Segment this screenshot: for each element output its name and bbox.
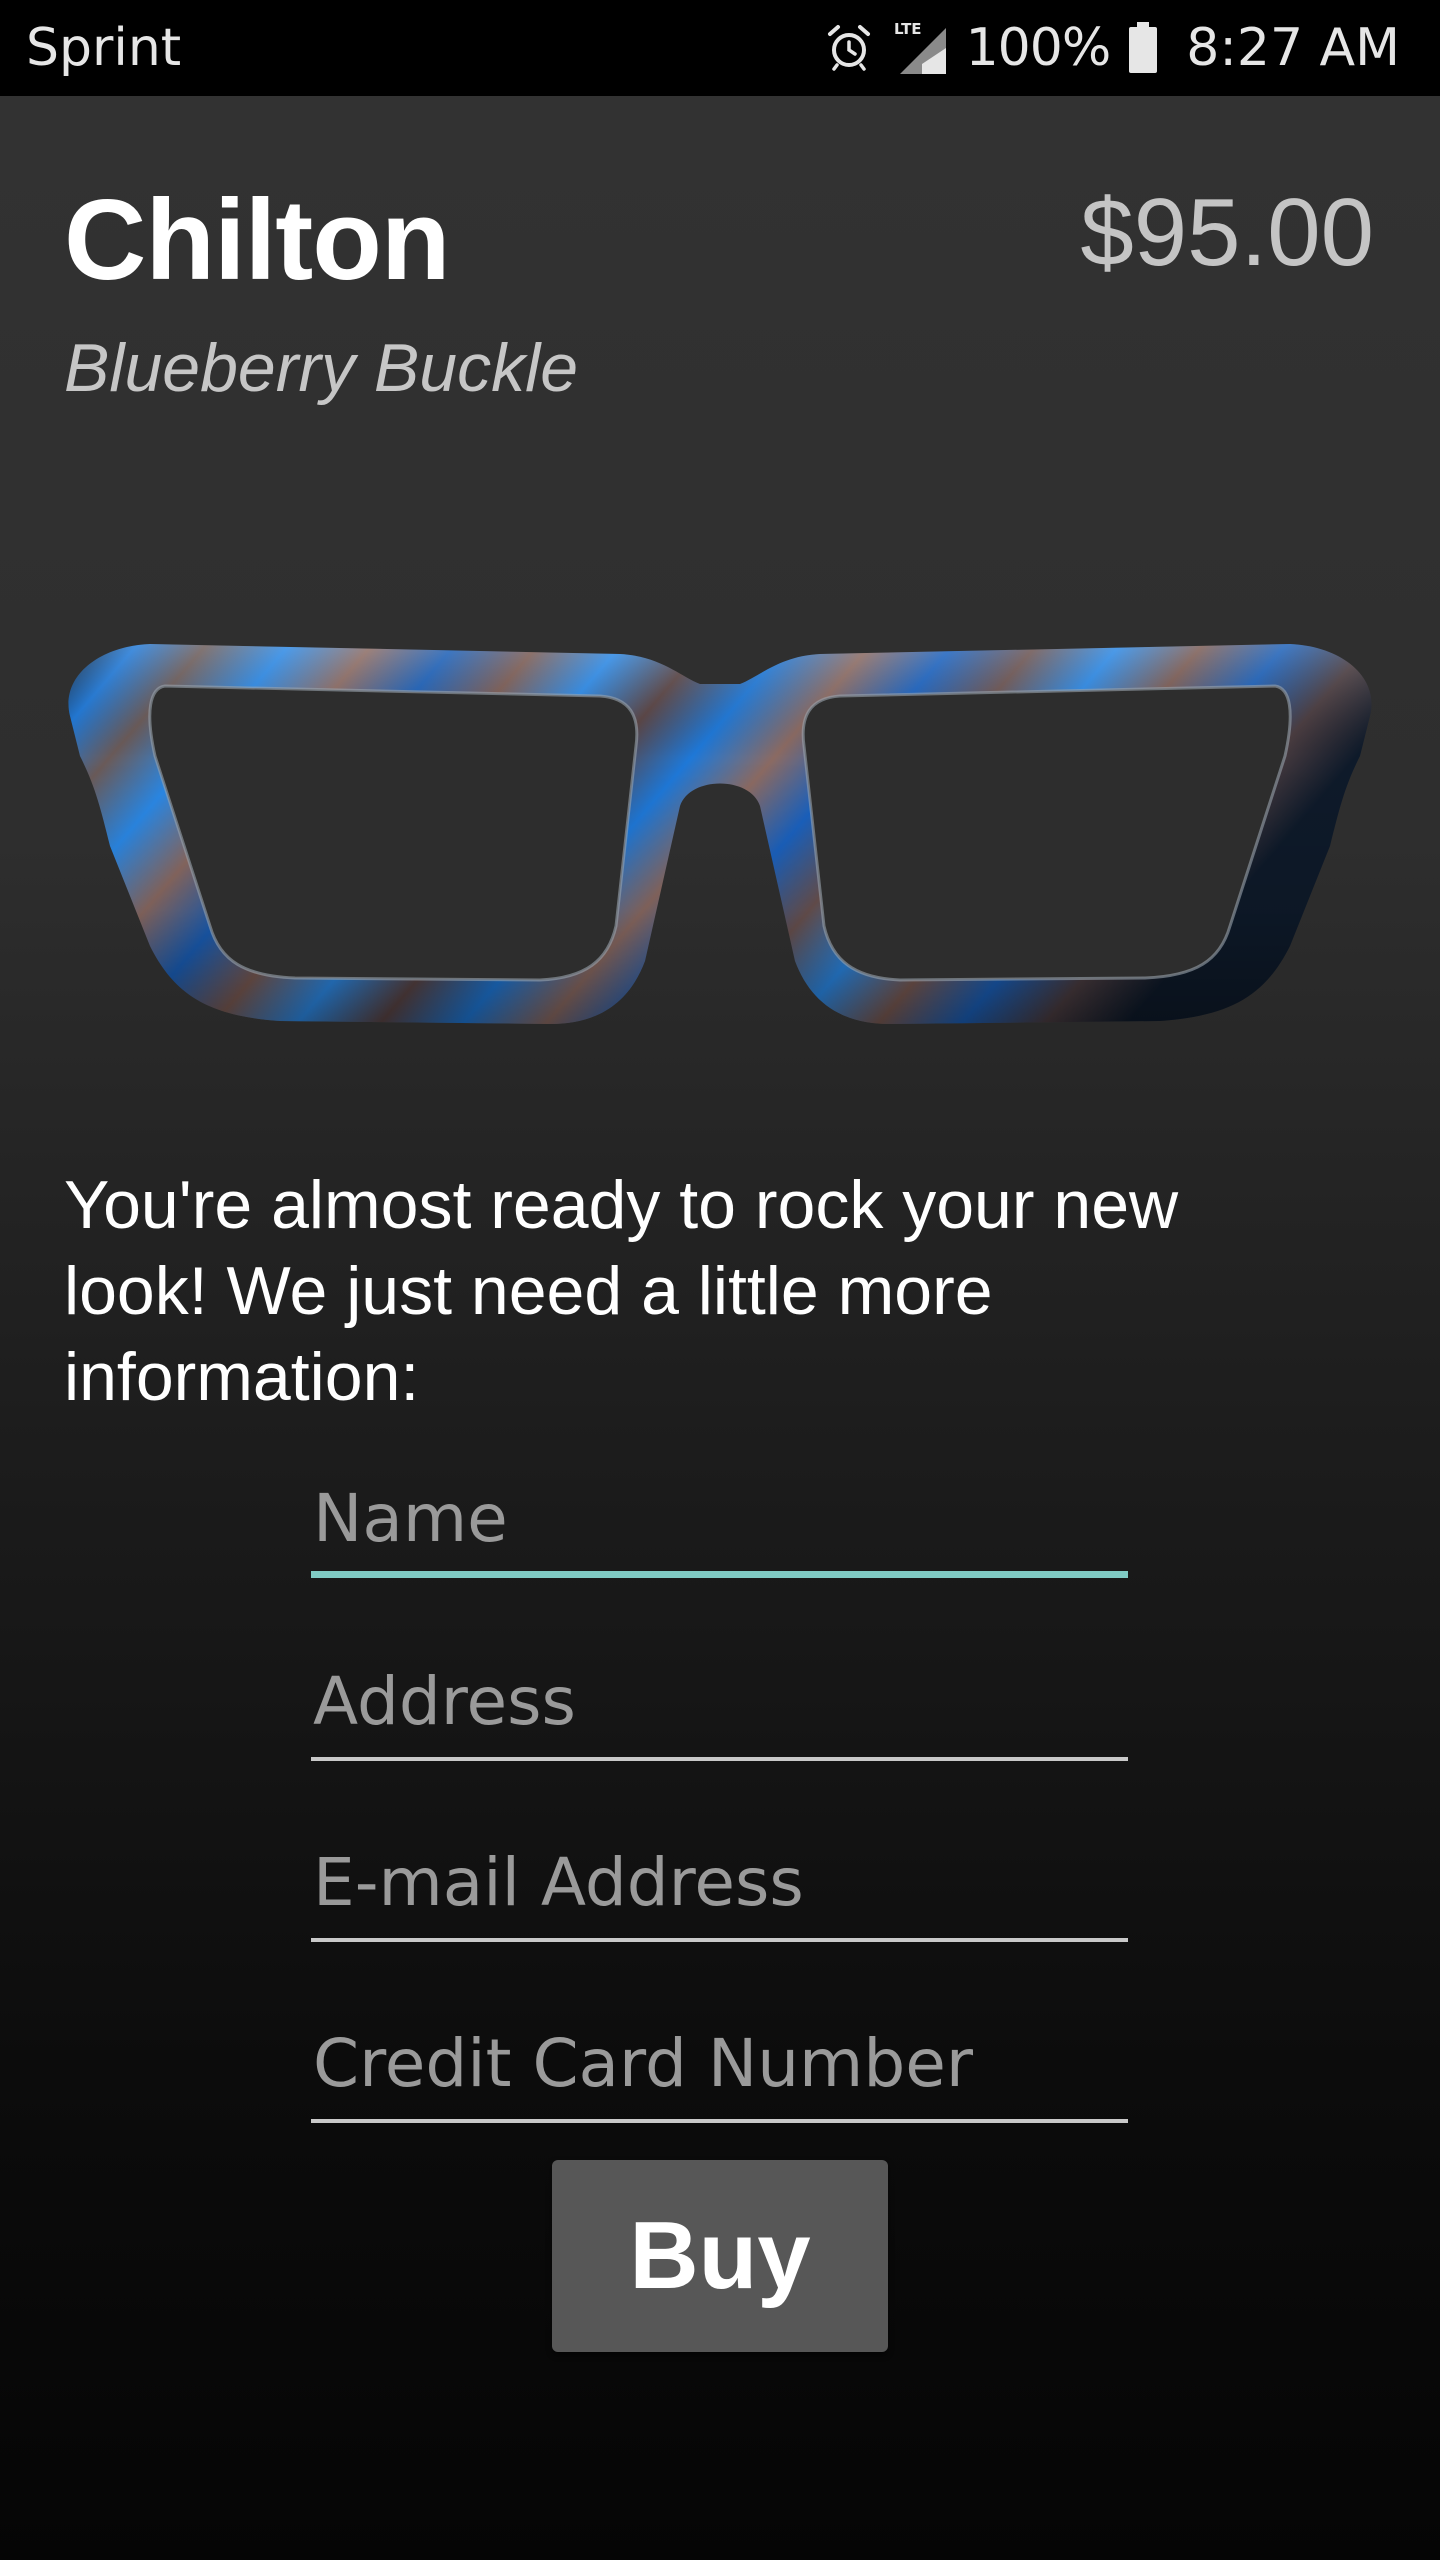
product-name: Chilton [64,177,451,304]
carrier-label: Sprint [26,18,182,78]
buy-button[interactable]: Buy [552,2160,888,2352]
product-checkout-screen: Chilton $95.00 Blueberry Buckle You're a… [0,96,1440,2560]
credit-card-field[interactable] [311,2003,1128,2113]
credit-card-field-underline [311,2119,1128,2123]
eyeglasses-image [68,644,1372,1024]
battery-icon [1129,22,1158,73]
address-field[interactable] [311,1641,1128,1751]
email-field-underline [311,1938,1128,1942]
credit-card-field-container [311,2003,1128,2123]
battery-percent: 100% [965,18,1112,78]
email-field-container [311,1822,1128,1942]
status-bar: Sprint LTE 100% 8:27 AM [0,0,1440,96]
address-field-underline [311,1757,1128,1761]
status-icons: LTE 100% 8:27 AM [824,16,1400,80]
network-type-label: LTE [894,20,922,38]
alarm-icon [827,25,870,71]
name-field-underline [311,1571,1128,1578]
name-field[interactable] [311,1458,1128,1568]
clock: 8:27 AM [1186,18,1400,78]
product-color-name: Blueberry Buckle [64,330,579,406]
lte-signal-icon: LTE [894,20,946,74]
screen: Sprint LTE 100% 8:27 AM Chilton $95.00 B… [0,0,1440,2560]
address-field-container [311,1641,1128,1761]
name-field-container [311,1458,1128,1578]
product-price: $95.00 [1080,179,1374,286]
email-field[interactable] [311,1822,1128,1932]
checkout-intro-text: You're almost ready to rock your new loo… [64,1167,1179,1415]
